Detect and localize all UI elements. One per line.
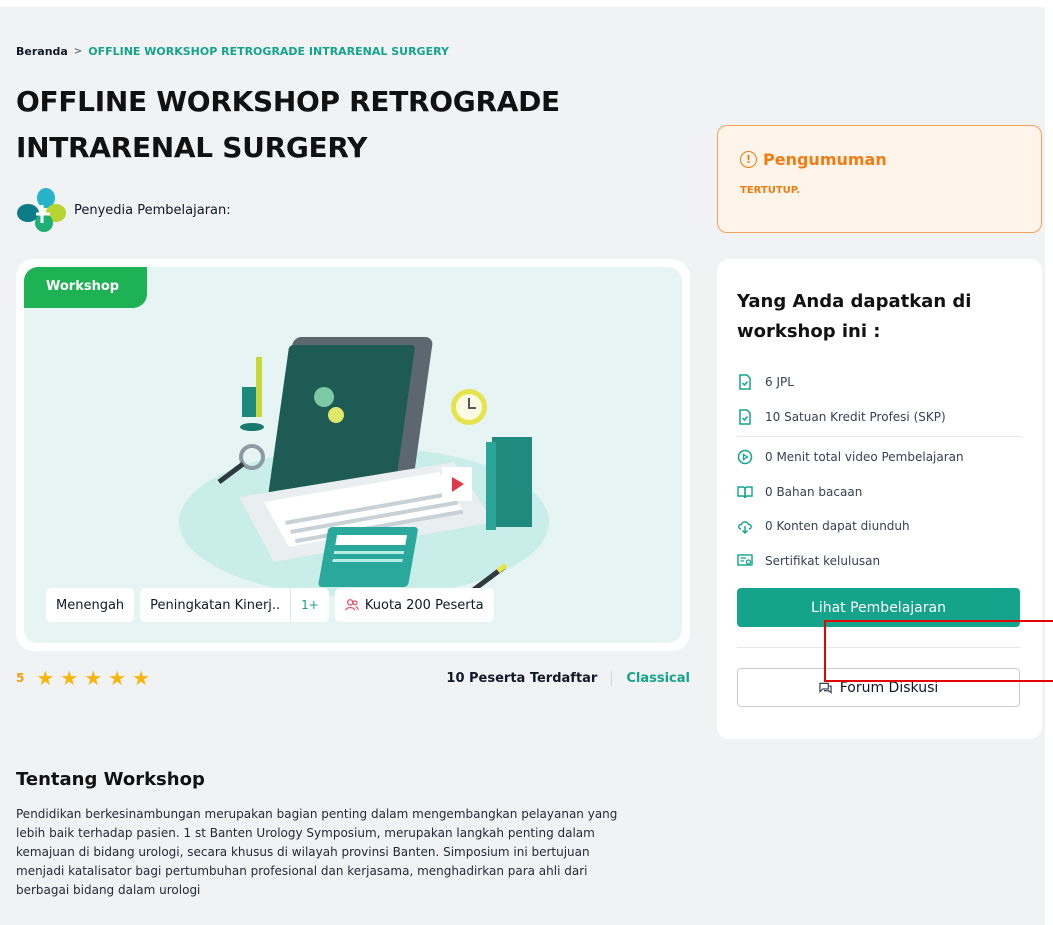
star-icon: ★ [36, 666, 55, 690]
quota-label: Kuota 200 Peserta [364, 597, 484, 613]
category-tag-label: Peningkatan Kinerj.. [150, 597, 281, 613]
hero-card: Workshop Menengah Peningkatan Kinerj.. 1… [16, 259, 690, 651]
benefit-item: 6 JPL [737, 365, 1022, 400]
divider [737, 436, 1022, 437]
benefit-item: 0 Bahan bacaan [737, 475, 1022, 510]
quota-tag: Kuota 200 Peserta [334, 588, 494, 622]
announcement-card: ! Pengumuman TERTUTUP. [717, 125, 1042, 233]
tag-row: Menengah Peningkatan Kinerj.. 1+ Kuota 2… [46, 588, 494, 622]
star-icon: ★ [132, 666, 151, 690]
book-open-icon [737, 484, 753, 500]
benefit-item: 0 Konten dapat diunduh [737, 509, 1022, 544]
benefit-label: 0 Konten dapat diunduh [765, 519, 910, 534]
file-check-icon [737, 409, 753, 425]
announcement-title: Pengumuman [763, 150, 887, 169]
benefit-label: 0 Menit total video Pembelajaran [765, 450, 964, 465]
category-more-badge[interactable]: 1+ [290, 588, 329, 622]
star-icon: ★ [108, 666, 127, 690]
breadcrumb-separator: > [73, 46, 83, 57]
benefit-item: 10 Satuan Kredit Profesi (SKP) [737, 400, 1022, 435]
page-background: Beranda > OFFLINE WORKSHOP RETROGRADE IN… [0, 7, 1045, 925]
play-circle-icon [737, 449, 753, 465]
highlight-box [824, 620, 1053, 682]
benefit-item: Sertifikat kelulusan [737, 544, 1022, 579]
users-icon [345, 599, 359, 611]
breadcrumb-home[interactable]: Beranda [16, 45, 68, 58]
benefits-title: Yang Anda dapatkan di workshop ini : [737, 291, 972, 342]
star-icon: ★ [84, 666, 103, 690]
certificate-icon [737, 553, 753, 569]
benefit-item: 0 Menit total video Pembelajaran [737, 440, 1022, 475]
cloud-download-icon [737, 518, 753, 535]
benefit-label: 6 JPL [765, 375, 794, 390]
about-text: Pendidikan berkesinambungan merupakan ba… [16, 807, 618, 897]
star-icon: ★ [60, 666, 79, 690]
file-check-icon [737, 374, 753, 390]
page-title: OFFLINE WORKSHOP RETROGRADE INTRARENAL S… [16, 85, 560, 164]
rating-score: 5 [16, 671, 25, 685]
kemenkes-logo-icon [17, 188, 66, 232]
rating: 5 ★ ★ ★ ★ ★ [16, 666, 151, 690]
participant-count: 10 Peserta Terdaftar [446, 671, 613, 686]
announcement-header: ! Pengumuman [740, 150, 1019, 169]
alert-circle-icon: ! [740, 151, 757, 168]
workshop-type: Classical [626, 671, 690, 686]
breadcrumb: Beranda > OFFLINE WORKSHOP RETROGRADE IN… [16, 45, 449, 58]
provider-label: Penyedia Pembelajaran: [74, 202, 231, 218]
benefit-label: Sertifikat kelulusan [765, 553, 881, 568]
hero-image: Workshop Menengah Peningkatan Kinerj.. 1… [24, 267, 682, 643]
announcement-status: TERTUTUP. [740, 185, 801, 196]
provider: Penyedia Pembelajaran: [16, 187, 231, 233]
breadcrumb-current: OFFLINE WORKSHOP RETROGRADE INTRARENAL S… [88, 45, 449, 58]
laptop-illustration-icon [179, 337, 549, 599]
benefit-label: 0 Bahan bacaan [765, 484, 863, 499]
about-title: Tentang Workshop [16, 769, 205, 790]
category-tag[interactable]: Peningkatan Kinerj.. 1+ [140, 588, 329, 622]
meta-info: 10 Peserta Terdaftar Classical [446, 671, 690, 686]
chat-icon [819, 682, 832, 694]
level-tag: Menengah [46, 588, 135, 622]
benefits-list: 6 JPL 10 Satuan Kredit Profesi (SKP) 0 M… [737, 365, 1022, 578]
benefit-label: 10 Satuan Kredit Profesi (SKP) [765, 409, 946, 424]
workshop-badge: Workshop [24, 267, 147, 308]
